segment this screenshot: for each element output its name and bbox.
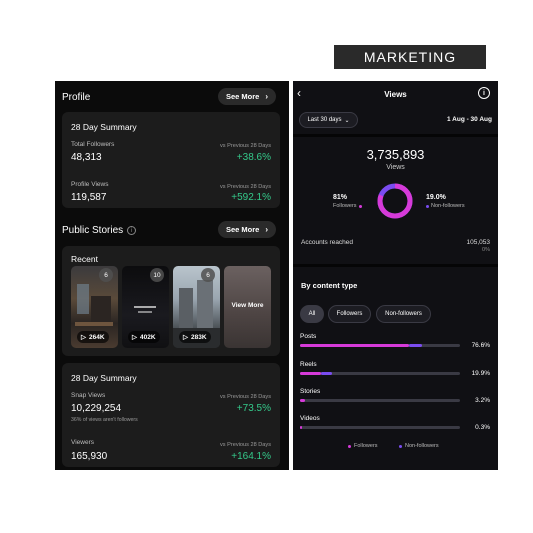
vs-previous-label: vs Previous 28 Days [220, 184, 271, 190]
chevron-right-icon: › [265, 225, 268, 234]
story-thumbnail[interactable]: 6 ▷ 283K [173, 266, 220, 348]
legend-followers: Followers [348, 443, 378, 449]
vs-previous-label: vs Previous 28 Days [220, 143, 271, 149]
instagram-views-panel: ‹ Views i Last 30 days ⌄ 1 Aug - 30 Aug … [293, 81, 498, 470]
summary-title: 28 Day Summary [71, 373, 137, 383]
content-type-bar [300, 399, 460, 402]
total-views-value: 3,735,893 [366, 147, 425, 162]
story-thumbnail[interactable]: 6 ▷ 264K [71, 266, 118, 348]
recent-stories-card: Recent 6 ▷ 264K 10 ▷ 402K 6 ▷ 283K View … [62, 246, 280, 356]
total-views-label: Views [386, 164, 405, 171]
followers-pct: 81% [333, 194, 348, 201]
stories-summary-card: 28 Day Summary Snap Views 10,229,254 36%… [62, 363, 280, 467]
view-more-tile[interactable]: View More [224, 266, 271, 348]
viewers-label: Viewers [71, 439, 95, 446]
recent-title: Recent [71, 254, 98, 264]
profile-views-change: +592.1% [231, 192, 271, 203]
nonfollowers-legend: Non-followers [426, 203, 465, 209]
vs-previous-label: vs Previous 28 Days [220, 442, 271, 448]
snap-views-value: 10,229,254 [71, 403, 122, 414]
story-views-pill: ▷ 283K [179, 331, 211, 343]
snap-views-note: 36% of views aren't followers [71, 417, 138, 423]
legend-nonfollowers: Non-followers [399, 443, 439, 449]
divider [293, 264, 498, 267]
stories-see-more-button[interactable]: See More › [217, 221, 276, 238]
content-type-bar [300, 344, 460, 347]
play-icon: ▷ [81, 334, 86, 341]
snap-views-label: Snap Views [71, 392, 106, 399]
vs-previous-label: vs Previous 28 Days [220, 394, 271, 400]
divider [293, 134, 498, 137]
play-icon: ▷ [132, 334, 137, 341]
content-type-label: Reels [300, 361, 317, 368]
content-type-label: Stories [300, 388, 321, 395]
content-type-label: Posts [300, 333, 317, 340]
chevron-right-icon: › [265, 92, 268, 101]
info-icon[interactable]: i [127, 226, 137, 235]
chevron-down-icon: ⌄ [344, 117, 350, 124]
filter-all-button[interactable]: All [300, 305, 324, 323]
nonfollowers-dot [399, 444, 402, 448]
content-type-pct: 3.2% [475, 397, 490, 404]
profile-see-more-button[interactable]: See More › [217, 88, 276, 105]
followers-bar-fill [300, 399, 305, 402]
followers-change: +38.6% [236, 152, 271, 163]
content-type-pct: 0.3% [475, 424, 490, 431]
marketing-badge: MARKETING [334, 45, 486, 69]
story-thumbnail[interactable]: 10 ▷ 402K [122, 266, 169, 348]
filter-followers-button[interactable]: Followers [328, 305, 371, 323]
see-more-label: See More [225, 92, 260, 101]
play-icon: ▷ [183, 334, 188, 341]
viewers-change: +164.1% [231, 451, 271, 462]
filter-nonfollowers-button[interactable]: Non-followers [376, 305, 431, 323]
content-type-pct: 76.6% [471, 342, 490, 349]
accounts-reached-label: Accounts reached [301, 239, 354, 246]
page-title: Views [384, 90, 407, 99]
story-count: 6 [201, 268, 215, 282]
info-icon[interactable]: i [478, 87, 490, 99]
story-count: 10 [150, 268, 164, 282]
accounts-reached-change: 0% [482, 247, 490, 253]
total-followers-label: Total Followers [71, 141, 115, 148]
date-range-dropdown[interactable]: Last 30 days ⌄ [299, 112, 358, 128]
followers-bar-fill [300, 344, 409, 347]
profile-views-value: 119,587 [71, 192, 107, 203]
followers-bar-fill [300, 372, 321, 375]
profile-title: Profile [62, 92, 91, 103]
followers-legend: Followers [333, 203, 362, 209]
viewers-value: 165,930 [71, 451, 108, 462]
views-donut-chart [377, 183, 413, 219]
followers-bar-fill [300, 426, 302, 429]
content-type-title: By content type [301, 281, 358, 290]
nonfollowers-dot [426, 204, 429, 208]
total-followers-value: 48,313 [71, 152, 102, 163]
accounts-reached-value: 105,053 [466, 239, 491, 246]
nonfollowers-bar-fill [408, 344, 422, 347]
story-count: 6 [99, 268, 113, 282]
summary-title: 28 Day Summary [71, 122, 137, 132]
summary-card: 28 Day Summary Total Followers 48,313 vs… [62, 112, 280, 208]
see-more-label: See More [225, 225, 260, 234]
profile-views-label: Profile Views [71, 181, 109, 188]
content-type-pct: 19.9% [471, 370, 490, 377]
followers-dot [348, 444, 351, 448]
nonfollowers-pct: 19.0% [426, 194, 446, 201]
story-views-pill: ▷ 402K [128, 331, 160, 343]
content-type-label: Videos [300, 415, 320, 422]
public-stories-title: Public Stories i [62, 225, 137, 236]
content-type-bar [300, 426, 460, 429]
nonfollowers-bar-fill [320, 372, 332, 375]
view-more-label: View More [231, 302, 264, 309]
followers-dot [358, 204, 362, 208]
content-type-bar [300, 372, 460, 375]
story-views-pill: ▷ 264K [77, 331, 109, 343]
date-range-label: 1 Aug - 30 Aug [446, 116, 492, 123]
snap-views-change: +73.5% [236, 403, 271, 414]
snapchat-insights-panel: Profile See More › 28 Day Summary Total … [55, 81, 289, 470]
